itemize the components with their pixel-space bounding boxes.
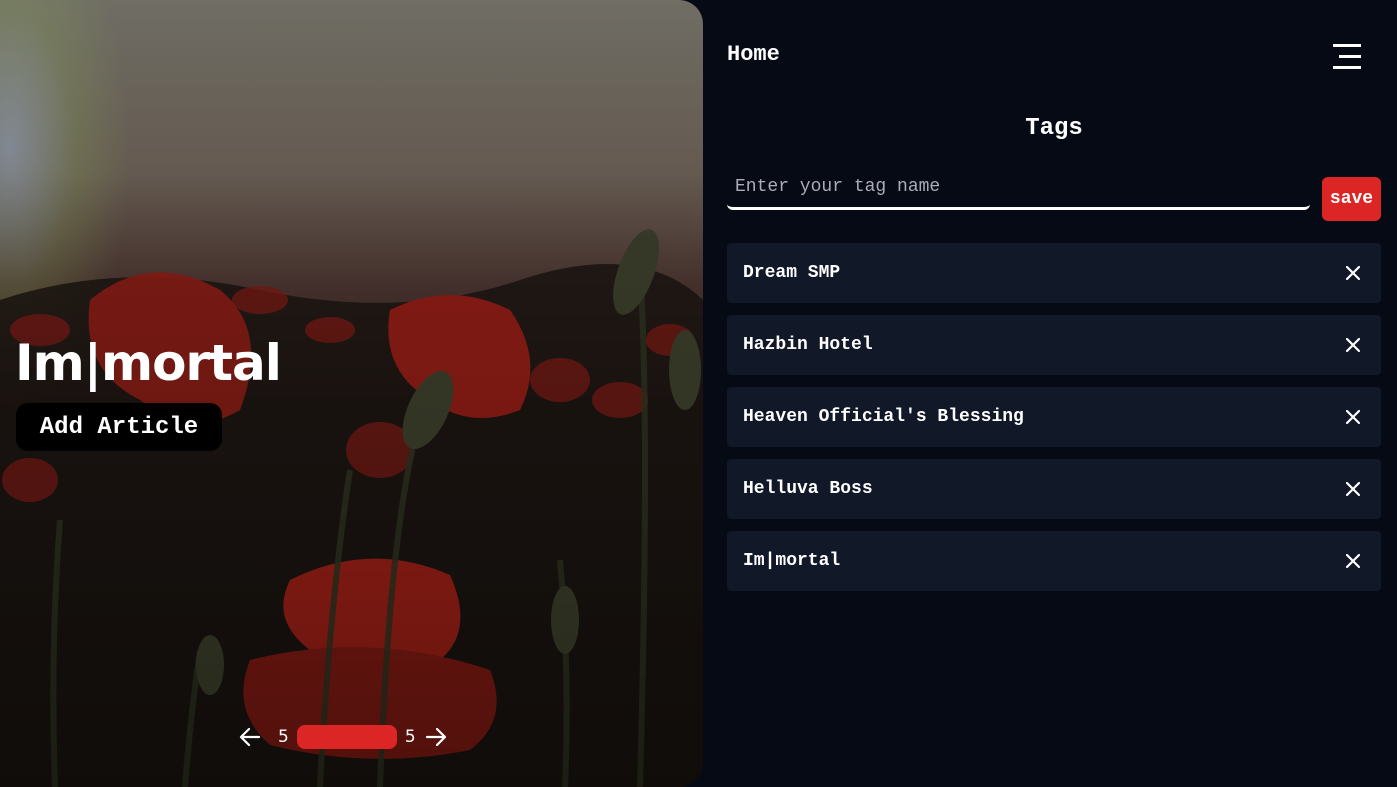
close-icon[interactable] bbox=[1341, 549, 1365, 573]
tag-label: Im|mortal bbox=[743, 551, 841, 571]
pager-current: 5 bbox=[278, 727, 289, 747]
hero-title: Im|mortal bbox=[15, 334, 282, 392]
carousel-pager: 5 5 bbox=[238, 724, 448, 750]
arrow-right-icon[interactable] bbox=[424, 725, 448, 749]
tags-heading: Tags bbox=[1025, 115, 1083, 142]
tag-label: Dream SMP bbox=[743, 263, 841, 283]
tag-item: Dream SMP bbox=[727, 243, 1381, 303]
tag-item: Hazbin Hotel bbox=[727, 315, 1381, 375]
tag-label: Heaven Official's Blessing bbox=[743, 407, 1024, 427]
save-button[interactable]: save bbox=[1322, 177, 1381, 221]
close-icon[interactable] bbox=[1341, 333, 1365, 357]
hero-panel: Im|mortal Add Article 5 5 bbox=[0, 0, 703, 787]
tag-item: Helluva Boss bbox=[727, 459, 1381, 519]
tag-item: Heaven Official's Blessing bbox=[727, 387, 1381, 447]
pager-progress-bar bbox=[296, 725, 397, 749]
tag-list: Dream SMP Hazbin Hotel Heaven Official's… bbox=[727, 243, 1381, 603]
close-icon[interactable] bbox=[1341, 405, 1365, 429]
home-link[interactable]: Home bbox=[727, 42, 780, 67]
tag-label: Helluva Boss bbox=[743, 479, 873, 499]
arrow-left-icon[interactable] bbox=[238, 725, 262, 749]
pager-total: 5 bbox=[404, 727, 416, 747]
tag-name-input[interactable] bbox=[727, 166, 1310, 210]
close-icon[interactable] bbox=[1341, 477, 1365, 501]
add-article-button[interactable]: Add Article bbox=[16, 403, 222, 451]
tag-item: Im|mortal bbox=[727, 531, 1381, 591]
close-icon[interactable] bbox=[1341, 261, 1365, 285]
hamburger-menu-icon[interactable] bbox=[1331, 43, 1363, 71]
tag-label: Hazbin Hotel bbox=[743, 335, 873, 355]
